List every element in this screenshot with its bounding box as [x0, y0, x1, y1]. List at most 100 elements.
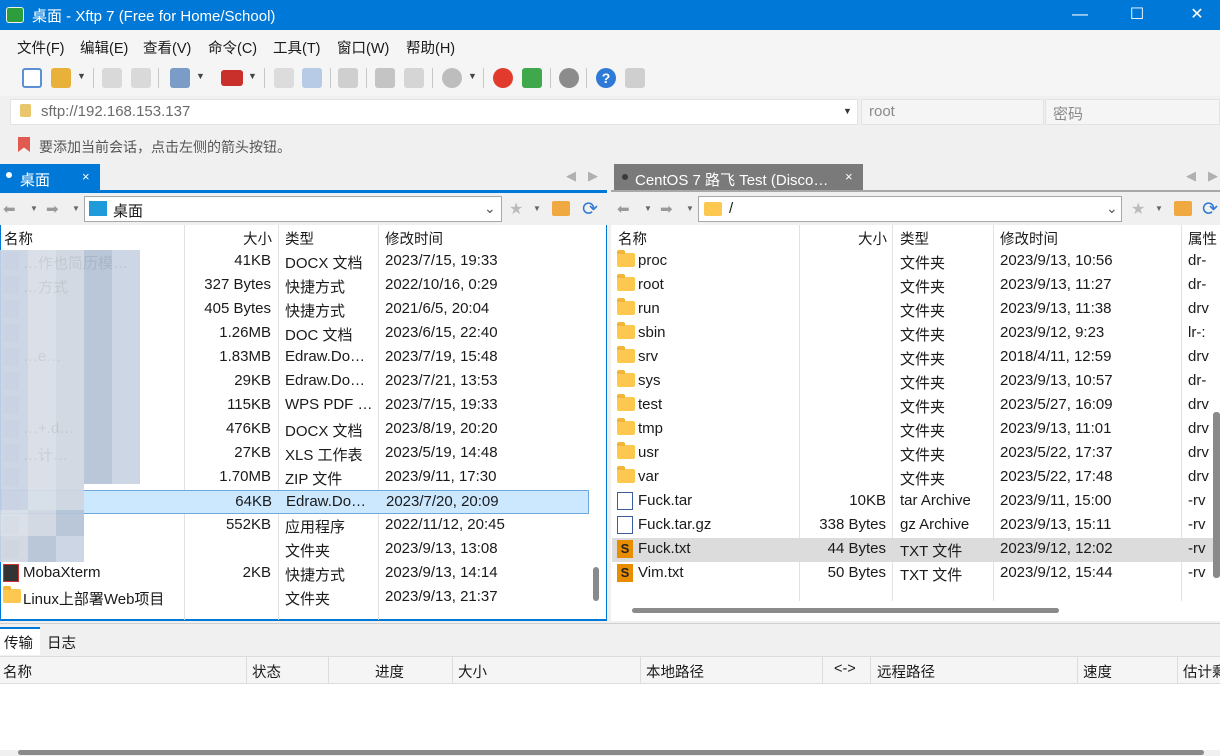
xshell-icon[interactable]	[221, 70, 243, 86]
home-folder-icon[interactable]	[552, 201, 570, 216]
star-icon[interactable]: ★	[509, 199, 523, 219]
stop-icon[interactable]	[442, 68, 462, 88]
menu-view[interactable]: 查看(V)	[143, 37, 191, 58]
column-header-modified[interactable]: 修改时间	[385, 228, 443, 249]
file-row[interactable]: 64KB Edraw.Do… 2023/7/20, 20:09	[1, 490, 589, 514]
new-tab-icon[interactable]	[170, 68, 190, 88]
file-row[interactable]: root 文件夹 2023/9/13, 11:27 dr-	[612, 274, 1220, 298]
column-header-size[interactable]: 大小	[858, 228, 887, 249]
chevron-left-icon[interactable]: ◀	[1186, 168, 1196, 184]
back-arrow-icon[interactable]: ⬅	[3, 200, 16, 218]
home-folder-icon[interactable]	[1174, 201, 1192, 216]
column-header-direction[interactable]: <->	[834, 661, 856, 677]
vertical-scrollbar[interactable]	[589, 225, 606, 619]
file-row[interactable]: srv 文件夹 2018/4/11, 12:59 drv	[612, 346, 1220, 370]
forward-arrow-icon[interactable]: ➡	[46, 200, 59, 218]
file-row[interactable]: Fuck.tar.gz 338 Bytes gz Archive 2023/9/13,…	[612, 514, 1220, 538]
close-tab-icon[interactable]: ×	[845, 169, 853, 184]
maximize-button[interactable]: ☐	[1114, 0, 1160, 30]
file-row[interactable]: tmp 文件夹 2023/9/13, 11:01 drv	[612, 418, 1220, 442]
tab-local-desktop[interactable]: 桌面 ×	[0, 164, 100, 191]
scrollbar-thumb[interactable]	[593, 567, 599, 601]
column-header-name[interactable]: 名称	[618, 228, 647, 249]
netsarang-icon[interactable]	[493, 68, 513, 88]
chevron-down-icon[interactable]: ▼	[1155, 204, 1163, 213]
feedback-icon[interactable]	[625, 68, 645, 88]
xftp-app-icon[interactable]	[6, 7, 24, 23]
column-header-modified[interactable]: 修改时间	[1000, 228, 1058, 249]
file-row[interactable]: sbin 文件夹 2023/9/12, 9:23 lr-:	[612, 322, 1220, 346]
address-input[interactable]: sftp://192.168.153.137	[41, 103, 190, 120]
download-icon[interactable]	[302, 68, 322, 88]
close-tab-icon[interactable]: ×	[82, 169, 90, 184]
chevron-down-icon[interactable]: ▼	[644, 204, 652, 213]
file-row[interactable]: 文件夹 2023/9/13, 13:08	[1, 538, 589, 562]
refresh-icon[interactable]: ⟳	[1202, 198, 1218, 221]
column-header-size[interactable]: 大小	[243, 228, 272, 249]
column-header-remote-path[interactable]: 远程路径	[877, 661, 935, 682]
close-button[interactable]: ✕	[1174, 0, 1220, 30]
forward-arrow-icon[interactable]: ➡	[660, 200, 673, 218]
column-header-name[interactable]: 名称	[4, 228, 33, 249]
tab-remote-centos[interactable]: CentOS 7 路飞 Test (Disco… ×	[614, 164, 863, 191]
chevron-down-icon[interactable]: ⌄	[484, 200, 496, 217]
file-row[interactable]: test 文件夹 2023/5/27, 16:09 drv	[612, 394, 1220, 418]
open-folder-icon[interactable]	[51, 68, 71, 88]
chevron-down-icon[interactable]: ▼	[30, 204, 38, 213]
chevron-down-icon[interactable]: ▼	[686, 204, 694, 213]
file-row[interactable]: var 文件夹 2023/5/22, 17:48 drv	[612, 466, 1220, 490]
horizontal-scrollbar-thumb[interactable]	[18, 750, 1204, 755]
local-path-input[interactable]: 桌面	[113, 200, 143, 221]
menu-file[interactable]: 文件(F)	[17, 37, 65, 58]
chevron-down-icon[interactable]: ▼	[533, 204, 541, 213]
column-header-size[interactable]: 大小	[458, 661, 487, 682]
local-path-bar[interactable]	[84, 196, 502, 222]
file-row[interactable]: run 文件夹 2023/9/13, 11:38 drv	[612, 298, 1220, 322]
column-header-attributes[interactable]: 属性	[1188, 228, 1217, 249]
paste-icon[interactable]	[404, 68, 424, 88]
new-session-icon[interactable]	[22, 68, 42, 88]
column-header-type[interactable]: 类型	[285, 228, 314, 249]
file-row[interactable]: S Vim.txt 50 Bytes TXT 文件 2023/9/12, 15:44 -r…	[612, 562, 1220, 586]
file-row[interactable]: 552KB 应用程序 2022/11/12, 20:45	[1, 514, 589, 538]
column-header-local-path[interactable]: 本地路径	[646, 661, 704, 682]
star-icon[interactable]: ★	[1131, 199, 1145, 219]
column-header-name[interactable]: 名称	[3, 661, 32, 682]
chevron-down-icon[interactable]: ▼	[843, 106, 852, 116]
chevron-down-icon[interactable]: ▼	[72, 204, 80, 213]
chevron-down-icon[interactable]: ⌄	[1106, 200, 1118, 217]
menu-tools[interactable]: 工具(T)	[273, 37, 321, 58]
file-row[interactable]: MobaXterm 2KB 快捷方式 2023/9/13, 14:14	[1, 562, 589, 586]
back-arrow-icon[interactable]: ⬅	[617, 200, 630, 218]
chevron-down-icon[interactable]: ▼	[196, 71, 205, 81]
file-row[interactable]: Fuck.tar 10KB tar Archive 2023/9/11, 15:00-…	[612, 490, 1220, 514]
minimize-button[interactable]: —	[1057, 0, 1103, 30]
file-row[interactable]: Linux上部署Web项目 文件夹 2023/9/13, 21:37	[1, 586, 589, 610]
menu-help[interactable]: 帮助(H)	[406, 37, 455, 58]
column-header-type[interactable]: 类型	[900, 228, 929, 249]
chevron-down-icon[interactable]: ▼	[248, 71, 257, 81]
connect-icon[interactable]	[102, 68, 122, 88]
sync-icon[interactable]	[338, 68, 358, 88]
transfer-list[interactable]	[0, 684, 1220, 750]
upload-icon[interactable]	[274, 68, 294, 88]
chevron-down-icon[interactable]: ▼	[468, 71, 477, 81]
scrollbar-thumb[interactable]	[1213, 412, 1220, 578]
column-header-speed[interactable]: 速度	[1083, 661, 1112, 682]
copy-icon[interactable]	[375, 68, 395, 88]
wechat-icon[interactable]	[522, 68, 542, 88]
remote-path-input[interactable]: /	[729, 200, 733, 217]
tab-log[interactable]: 日志	[47, 632, 76, 653]
refresh-icon[interactable]: ⟳	[582, 198, 598, 221]
menu-window[interactable]: 窗口(W)	[337, 37, 389, 58]
file-row[interactable]: sys 文件夹 2023/9/13, 10:57 dr-	[612, 370, 1220, 394]
chevron-right-icon[interactable]: ▶	[588, 168, 598, 184]
column-header-eta[interactable]: 估计剩	[1183, 661, 1220, 682]
chevron-down-icon[interactable]: ▼	[77, 71, 86, 81]
file-row[interactable]: proc 文件夹 2023/9/13, 10:56 dr-	[612, 250, 1220, 274]
menu-edit[interactable]: 编辑(E)	[80, 37, 128, 58]
help-icon[interactable]: ?	[596, 68, 616, 88]
column-header-progress[interactable]: 进度	[375, 661, 404, 682]
menu-command[interactable]: 命令(C)	[208, 37, 257, 58]
chevron-right-icon[interactable]: ▶	[1208, 168, 1218, 184]
